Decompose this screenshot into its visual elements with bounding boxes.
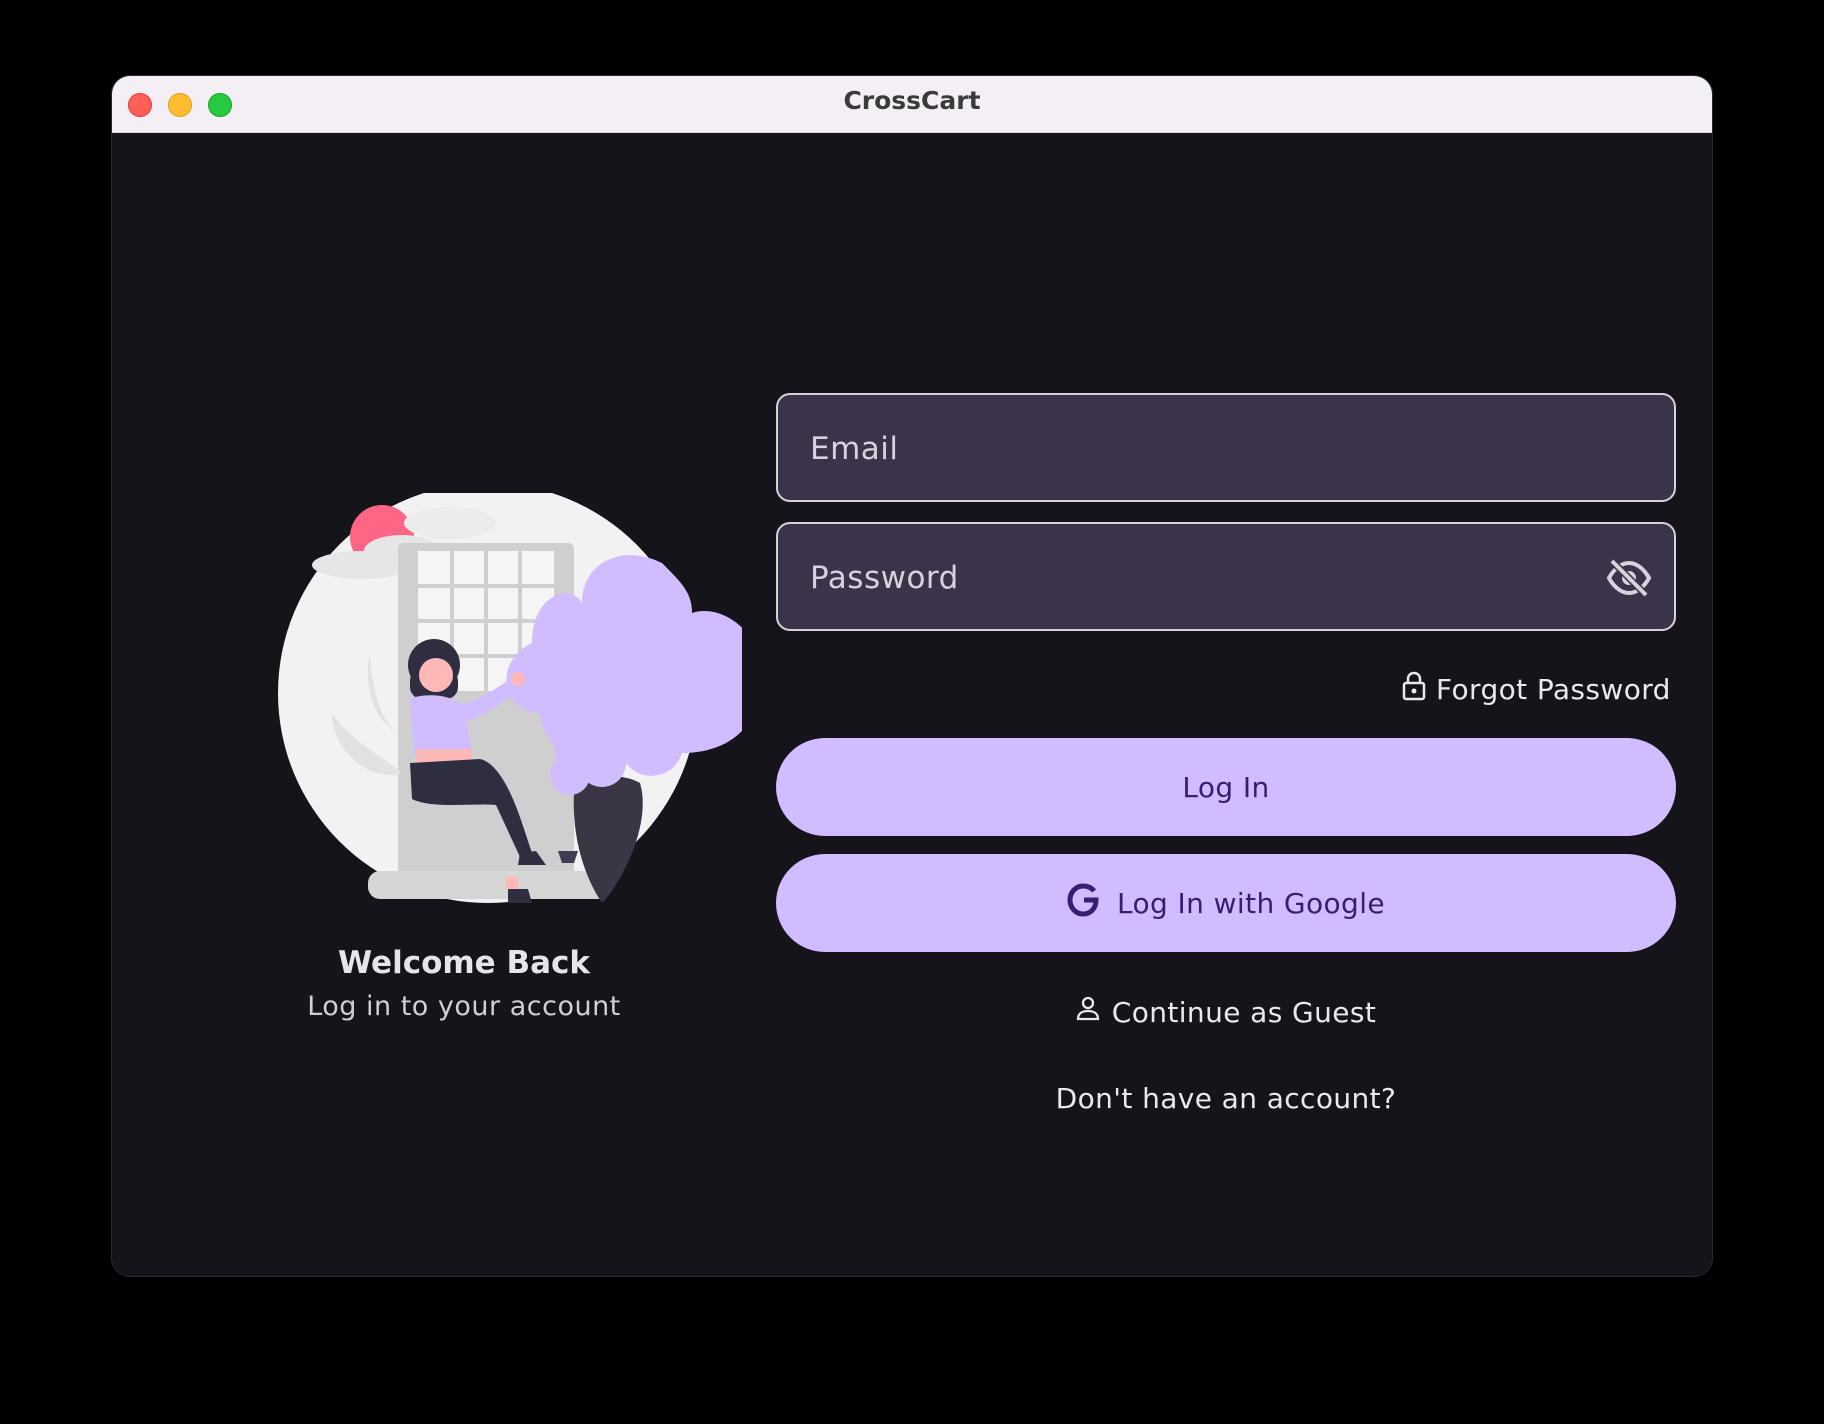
- login-screen: Welcome Back Log in to your account Emai…: [112, 133, 1712, 1276]
- title-bar: CrossCart: [112, 76, 1712, 133]
- eye-off-icon[interactable]: [1606, 558, 1652, 598]
- window-title: CrossCart: [843, 86, 981, 115]
- google-login-button[interactable]: Log In with Google: [776, 854, 1676, 952]
- login-button[interactable]: Log In: [776, 738, 1676, 836]
- google-login-label: Log In with Google: [1116, 886, 1386, 920]
- forgot-password-label: Forgot Password: [1436, 672, 1671, 706]
- app-window: CrossCart Welcome Back Log in to your ac…: [112, 76, 1712, 1276]
- password-input[interactable]: [808, 524, 1592, 631]
- forgot-password-link[interactable]: Forgot Password: [1402, 669, 1671, 709]
- continue-as-guest-link[interactable]: Continue as Guest: [776, 990, 1676, 1034]
- password-field[interactable]: [776, 522, 1676, 631]
- welcome-subtitle: Log in to your account: [307, 991, 621, 1022]
- guest-label: Continue as Guest: [1111, 995, 1377, 1029]
- email-field[interactable]: [776, 393, 1676, 502]
- email-input[interactable]: [808, 395, 1592, 502]
- login-button-label: Log In: [1182, 770, 1270, 804]
- welcome-illustration: [278, 493, 742, 903]
- signup-link[interactable]: Don't have an account?: [776, 1077, 1676, 1121]
- welcome-title: Welcome Back: [337, 945, 591, 981]
- person-icon: [1076, 996, 1100, 1029]
- lock-icon: [1402, 670, 1426, 709]
- google-icon: [1067, 882, 1099, 924]
